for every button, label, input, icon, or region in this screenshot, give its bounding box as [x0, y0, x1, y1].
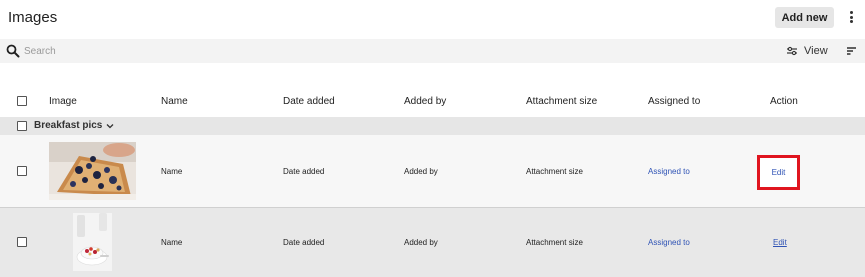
- select-all-checkbox[interactable]: [17, 96, 27, 106]
- column-header-date-added[interactable]: Date added: [283, 96, 335, 107]
- search-input[interactable]: [24, 42, 624, 60]
- cell-date-added: Date added: [283, 238, 325, 247]
- kebab-menu-icon[interactable]: [847, 9, 855, 25]
- view-label: View: [804, 45, 828, 57]
- cell-date-added: Date added: [283, 167, 325, 176]
- cell-name: Name: [161, 167, 183, 176]
- column-header-action: Action: [770, 96, 798, 107]
- cell-added-by: Added by: [404, 238, 438, 247]
- group-row[interactable]: Breakfast pics: [0, 117, 865, 135]
- search-icon[interactable]: [6, 44, 20, 58]
- row-checkbox[interactable]: [17, 237, 27, 247]
- column-header-attachment-size[interactable]: Attachment size: [526, 96, 597, 107]
- edit-label: Edit: [771, 168, 786, 177]
- sliders-icon: [787, 46, 797, 56]
- cell-name: Name: [161, 238, 183, 247]
- search-toolbar: View: [0, 39, 865, 63]
- cell-assigned-to-link[interactable]: Assigned to: [648, 238, 690, 247]
- column-header-added-by[interactable]: Added by: [404, 96, 446, 107]
- page-title: Images: [8, 9, 58, 26]
- chevron-down-icon: [106, 123, 114, 128]
- image-thumbnail[interactable]: [49, 142, 136, 200]
- column-header-name[interactable]: Name: [161, 96, 188, 107]
- image-thumbnail[interactable]: [73, 213, 112, 271]
- sort-icon[interactable]: [847, 46, 857, 56]
- cell-attachment-size: Attachment size: [526, 167, 583, 176]
- group-toggle[interactable]: Breakfast pics: [34, 120, 114, 131]
- column-header-image: Image: [49, 96, 77, 107]
- cell-attachment-size: Attachment size: [526, 238, 583, 247]
- edit-link[interactable]: Edit: [773, 238, 787, 247]
- row-checkbox[interactable]: [17, 166, 27, 176]
- table-row: Name Date added Added by Attachment size…: [0, 208, 865, 277]
- add-new-button[interactable]: Add new: [775, 7, 834, 28]
- group-label: Breakfast pics: [34, 120, 103, 131]
- cell-assigned-to-link[interactable]: Assigned to: [648, 167, 690, 176]
- column-header-assigned-to[interactable]: Assigned to: [648, 96, 700, 107]
- view-button[interactable]: View: [786, 43, 828, 59]
- edit-button-highlighted[interactable]: Edit: [757, 155, 800, 190]
- cell-added-by: Added by: [404, 167, 438, 176]
- group-checkbox[interactable]: [17, 121, 27, 131]
